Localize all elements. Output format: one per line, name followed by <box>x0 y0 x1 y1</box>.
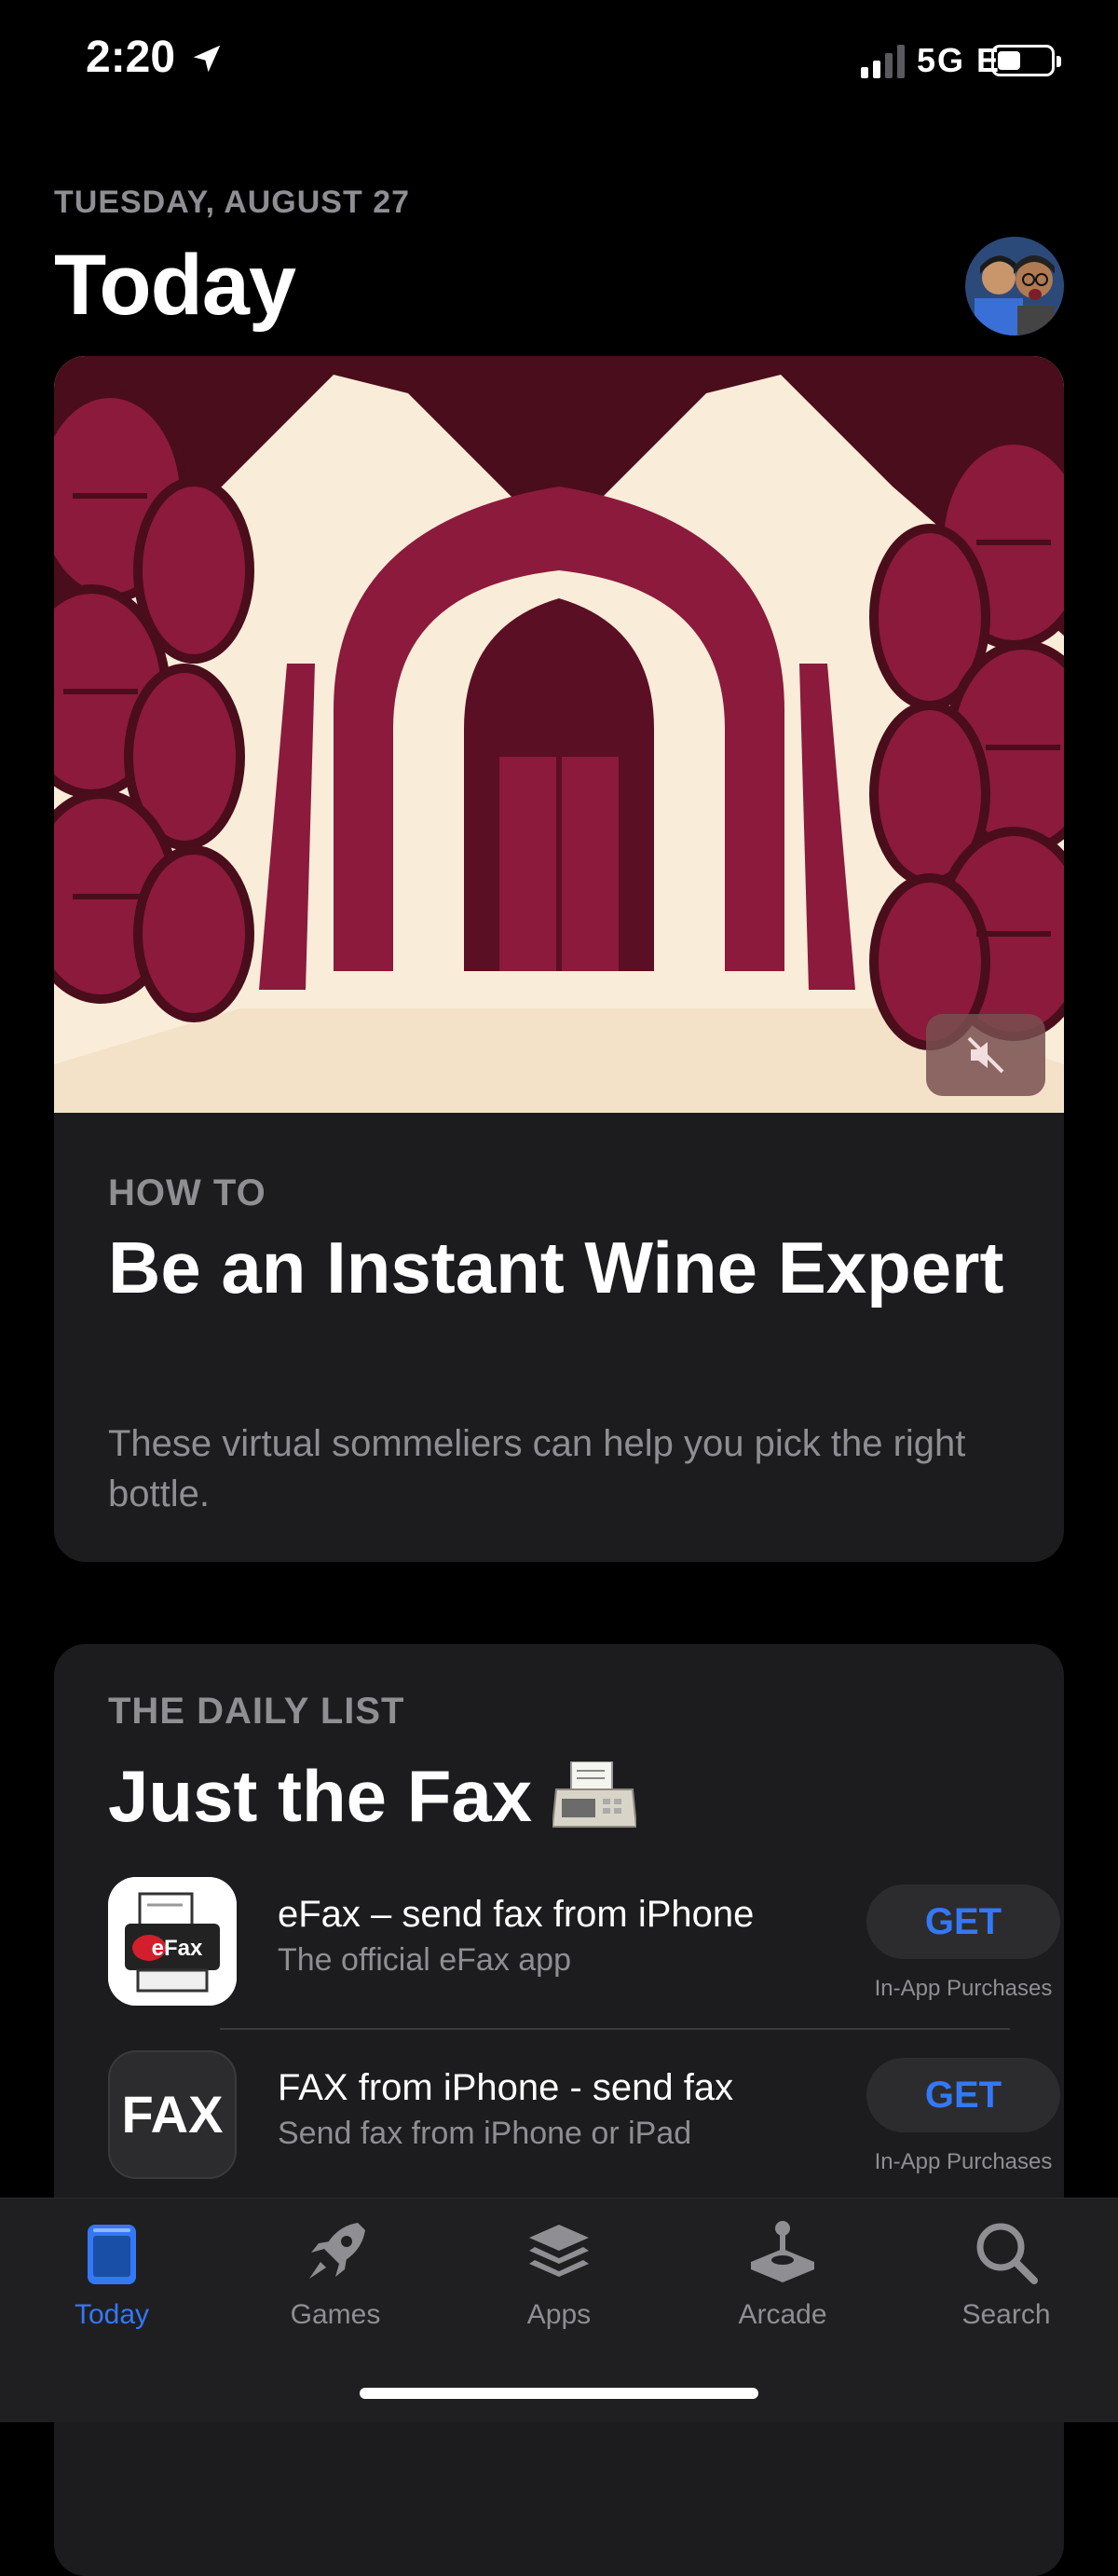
in-app-purchases-note: In-App Purchases <box>874 1976 1053 2001</box>
page-title: Today <box>54 238 296 333</box>
story-description: These virtual sommeliers can help you pi… <box>108 1423 966 1514</box>
tab-games[interactable]: Games <box>242 2215 429 2331</box>
efax-app-icon: eFax <box>108 1877 237 2006</box>
app-subtitle: The official eFax app <box>278 1942 571 1978</box>
daily-list-card[interactable]: THE DAILY LIST Just the Fax eFax eFax – … <box>54 1644 1064 2576</box>
featured-story-card[interactable]: HOW TO Be an Instant Wine Expert These v… <box>54 356 1064 1562</box>
story-title: Be an Instant Wine Expert <box>108 1226 1004 1309</box>
tab-label: Arcade <box>738 2299 827 2330</box>
battery-icon <box>991 45 1061 76</box>
page-date: TUESDAY, AUGUST 27 <box>54 185 411 220</box>
story-eyebrow: HOW TO <box>108 1172 266 1213</box>
account-avatar[interactable] <box>965 237 1064 336</box>
tab-label: Apps <box>526 2299 592 2330</box>
fax-app-icon: FAX <box>108 2050 237 2179</box>
wine-cellar-illustration <box>54 356 1064 1113</box>
tab-label: Today <box>74 2299 150 2330</box>
network-type: 5G E <box>917 41 1002 79</box>
tab-today[interactable]: Today <box>19 2215 205 2331</box>
search-icon <box>976 2223 1038 2284</box>
list-divider <box>220 2028 1010 2030</box>
in-app-purchases-note: In-App Purchases <box>874 2149 1053 2174</box>
tab-apps[interactable]: Apps <box>466 2215 652 2331</box>
status-time: 2:20 <box>86 33 176 82</box>
list-item[interactable]: eFax eFax – send fax from iPhone The off… <box>108 1877 1064 2017</box>
list-title: Just the Fax <box>108 1755 533 1837</box>
tab-label: Games <box>290 2299 381 2330</box>
speaker-muted-icon <box>967 1036 1004 1074</box>
fax-icon-text: FAX <box>121 2085 224 2144</box>
tab-arcade[interactable]: Arcade <box>689 2215 876 2331</box>
tab-label: Search <box>961 2299 1051 2330</box>
cellular-signal-icon <box>861 45 905 78</box>
list-eyebrow: THE DAILY LIST <box>108 1691 405 1732</box>
location-arrow-icon <box>193 45 221 73</box>
get-button[interactable]: GET <box>866 1884 1060 1959</box>
tab-search[interactable]: Search <box>913 2215 1099 2331</box>
app-name[interactable]: FAX from iPhone - send fax <box>278 2067 733 2109</box>
today-icon <box>88 2225 136 2284</box>
rocket-icon <box>309 2223 365 2279</box>
layers-icon <box>529 2225 589 2277</box>
joystick-icon <box>751 2221 814 2282</box>
mute-button[interactable] <box>926 1014 1045 1096</box>
app-subtitle: Send fax from iPhone or iPad <box>278 2116 692 2151</box>
list-item[interactable]: FAX FAX from iPhone - send fax Send fax … <box>108 2050 1064 2190</box>
app-name[interactable]: eFax – send fax from iPhone <box>278 1894 754 1936</box>
get-button[interactable]: GET <box>866 2058 1060 2132</box>
fax-machine-icon <box>552 1761 636 1828</box>
home-indicator[interactable] <box>360 2388 758 2399</box>
efax-logo-text: eFax <box>152 1936 203 1961</box>
